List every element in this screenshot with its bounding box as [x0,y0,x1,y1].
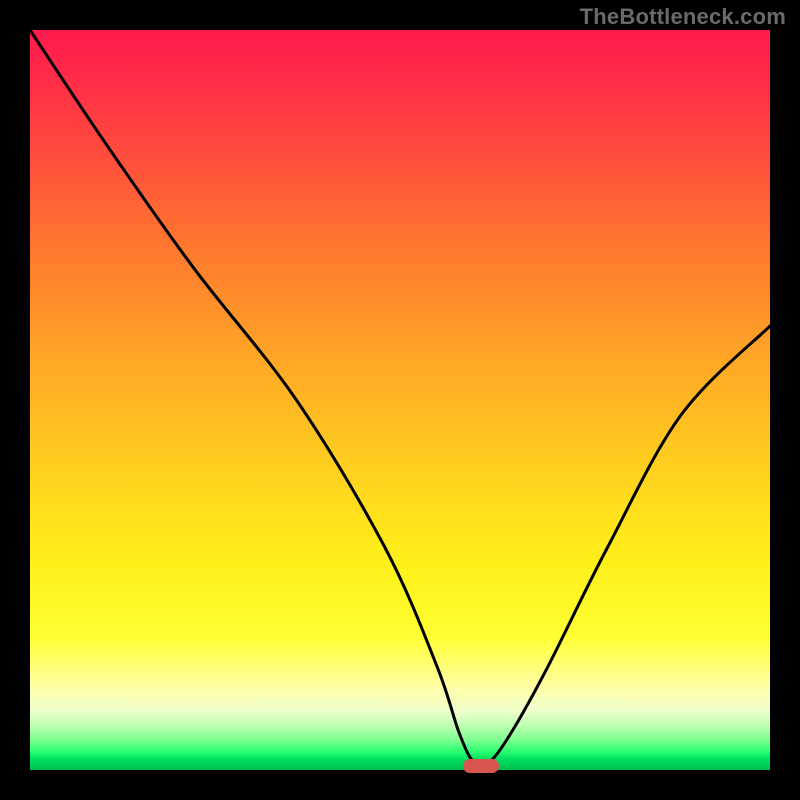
curve-path [30,30,770,766]
watermark-text: TheBottleneck.com [580,4,786,30]
optimal-point-marker [463,759,499,773]
plot-area [30,30,770,770]
bottleneck-curve [30,30,770,770]
chart-frame: TheBottleneck.com [0,0,800,800]
